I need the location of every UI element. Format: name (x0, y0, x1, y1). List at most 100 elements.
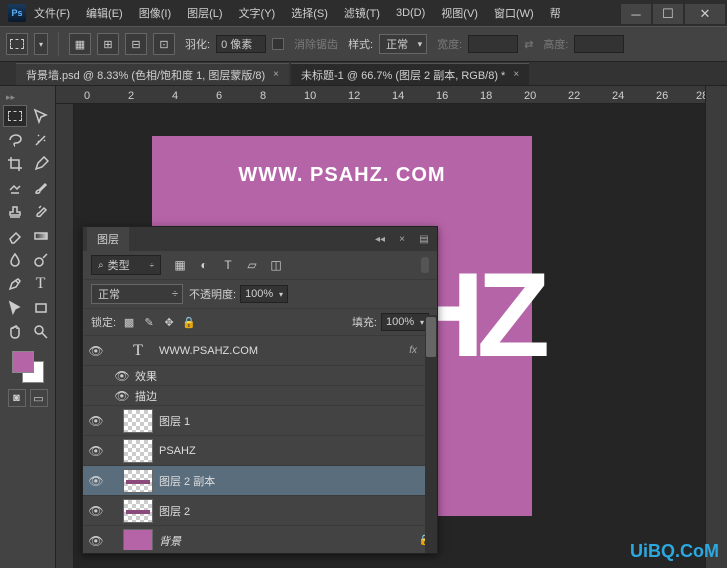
layers-scrollbar[interactable] (425, 315, 437, 553)
antialias-checkbox[interactable] (272, 38, 284, 50)
fx-badge[interactable]: fx (409, 345, 417, 356)
screenmode-icon[interactable]: ▭ (30, 389, 48, 407)
panel-close-icon[interactable]: × (393, 234, 411, 245)
visibility-icon[interactable]: 👁 (89, 444, 103, 458)
type-tool[interactable]: T (29, 273, 53, 295)
menu-file[interactable]: 文件(F) (26, 1, 78, 25)
opacity-input[interactable]: 100%▾ (240, 285, 288, 303)
history-brush-tool[interactable] (29, 201, 53, 223)
layer-row[interactable]: 👁 图层 1 (83, 406, 437, 436)
layer-name[interactable]: 背景 (159, 533, 181, 549)
right-dock[interactable] (705, 86, 727, 568)
filter-adjust-icon[interactable]: ◐ (197, 258, 211, 272)
minimize-button[interactable]: ─ (621, 4, 651, 24)
document-tab-2[interactable]: 未标题-1 @ 66.7% (图层 2 副本, RGB/8) * × (291, 63, 529, 85)
panel-menu-icon[interactable]: ▤ (415, 234, 433, 245)
document-tab-1[interactable]: 背景墙.psd @ 8.33% (色相/饱和度 1, 图层蒙版/8) × (16, 63, 289, 85)
menu-window[interactable]: 窗口(W) (486, 1, 542, 25)
quickmask-icon[interactable]: ◙ (8, 389, 26, 407)
filter-smart-icon[interactable]: ◫ (269, 258, 283, 272)
selection-add-icon[interactable]: ⊞ (97, 33, 119, 55)
menu-filter[interactable]: 滤镜(T) (336, 1, 388, 25)
crop-tool[interactable] (3, 153, 27, 175)
wand-tool[interactable] (29, 129, 53, 151)
blur-tool[interactable] (3, 249, 27, 271)
layer-row[interactable]: 👁 图层 2 副本 (83, 466, 437, 496)
path-select-tool[interactable] (3, 297, 27, 319)
filter-shape-icon[interactable]: ▱ (245, 258, 259, 272)
layer-thumbnail[interactable] (123, 469, 153, 493)
filter-toggle[interactable] (421, 257, 429, 273)
heal-tool[interactable] (3, 177, 27, 199)
menu-view[interactable]: 视图(V) (433, 1, 486, 25)
menu-image[interactable]: 图像(I) (131, 1, 179, 25)
menu-layer[interactable]: 图层(L) (179, 1, 230, 25)
selection-intersect-icon[interactable]: ⊡ (153, 33, 175, 55)
hand-tool[interactable] (3, 321, 27, 343)
filter-pixel-icon[interactable]: ▦ (173, 258, 187, 272)
visibility-icon[interactable]: 👁 (115, 389, 129, 403)
layer-name[interactable]: 图层 1 (159, 413, 190, 429)
eyedropper-tool[interactable] (29, 153, 53, 175)
layer-thumbnail[interactable] (123, 499, 153, 523)
blend-mode-select[interactable]: 正常 (91, 284, 183, 304)
visibility-icon[interactable]: 👁 (115, 369, 129, 383)
lasso-tool[interactable] (3, 129, 27, 151)
menu-help[interactable]: 帮 (542, 1, 569, 25)
eraser-tool[interactable] (3, 225, 27, 247)
selection-new-icon[interactable]: ▦ (69, 33, 91, 55)
panel-collapse-icon[interactable]: ◂◂ (371, 234, 389, 245)
shape-tool[interactable] (29, 297, 53, 319)
color-swatches[interactable] (12, 351, 44, 383)
tool-preset-dropdown[interactable]: ▾ (34, 33, 48, 55)
lock-transparent-icon[interactable]: ▩ (122, 315, 136, 329)
panel-tab-layers[interactable]: 图层 (87, 227, 129, 251)
menu-3d[interactable]: 3D(D) (388, 3, 433, 23)
lock-position-icon[interactable]: ✥ (162, 315, 176, 329)
layer-effect-row[interactable]: 👁 描边 (83, 386, 437, 406)
layer-thumbnail[interactable] (123, 439, 153, 463)
visibility-icon[interactable]: 👁 (89, 344, 103, 358)
layer-filter-type[interactable]: ⌕类型÷ (91, 255, 161, 275)
layer-name[interactable]: PSAHZ (159, 445, 196, 457)
dodge-tool[interactable] (29, 249, 53, 271)
layer-name[interactable]: 图层 2 (159, 503, 190, 519)
layer-row[interactable]: 👁 图层 2 (83, 496, 437, 526)
layer-row[interactable]: 👁 背景 🔒 (83, 526, 437, 550)
gradient-tool[interactable] (29, 225, 53, 247)
visibility-icon[interactable]: 👁 (89, 474, 103, 488)
marquee-tool[interactable] (3, 105, 27, 127)
layer-name[interactable]: 图层 2 副本 (159, 473, 215, 489)
layer-thumbnail[interactable] (123, 529, 153, 551)
visibility-icon[interactable]: 👁 (89, 504, 103, 518)
visibility-icon[interactable]: 👁 (89, 534, 103, 548)
visibility-icon[interactable]: 👁 (89, 414, 103, 428)
menu-edit[interactable]: 编辑(E) (78, 1, 131, 25)
layer-name[interactable]: WWW.PSAHZ.COM (159, 345, 258, 357)
lock-all-icon[interactable]: 🔒 (182, 315, 196, 329)
panel-header[interactable]: 图层 ◂◂ × ▤ (83, 227, 437, 251)
selection-subtract-icon[interactable]: ⊟ (125, 33, 147, 55)
feather-input[interactable]: 0 像素 (216, 35, 266, 53)
move-tool[interactable] (29, 105, 53, 127)
filter-type-icon[interactable]: T (221, 258, 235, 272)
menu-type[interactable]: 文字(Y) (231, 1, 284, 25)
maximize-button[interactable]: ☐ (653, 4, 683, 24)
layer-thumbnail[interactable] (123, 409, 153, 433)
tab-close-icon[interactable]: × (273, 69, 279, 80)
layer-row[interactable]: 👁 PSAHZ (83, 436, 437, 466)
lock-paint-icon[interactable]: ✎ (142, 315, 156, 329)
pen-tool[interactable] (3, 273, 27, 295)
tool-preset-icon[interactable] (6, 33, 28, 55)
layer-row[interactable]: 👁 T WWW.PSAHZ.COM fx▴ (83, 336, 437, 366)
zoom-tool[interactable] (29, 321, 53, 343)
style-select[interactable]: 正常 (379, 34, 427, 54)
fill-input[interactable]: 100%▾ (381, 313, 429, 331)
tab-close-icon[interactable]: × (513, 69, 519, 80)
layer-effect-row[interactable]: 👁 效果 (83, 366, 437, 386)
foreground-color[interactable] (12, 351, 34, 373)
stamp-tool[interactable] (3, 201, 27, 223)
close-button[interactable]: ✕ (685, 4, 725, 24)
brush-tool[interactable] (29, 177, 53, 199)
menu-select[interactable]: 选择(S) (283, 1, 336, 25)
